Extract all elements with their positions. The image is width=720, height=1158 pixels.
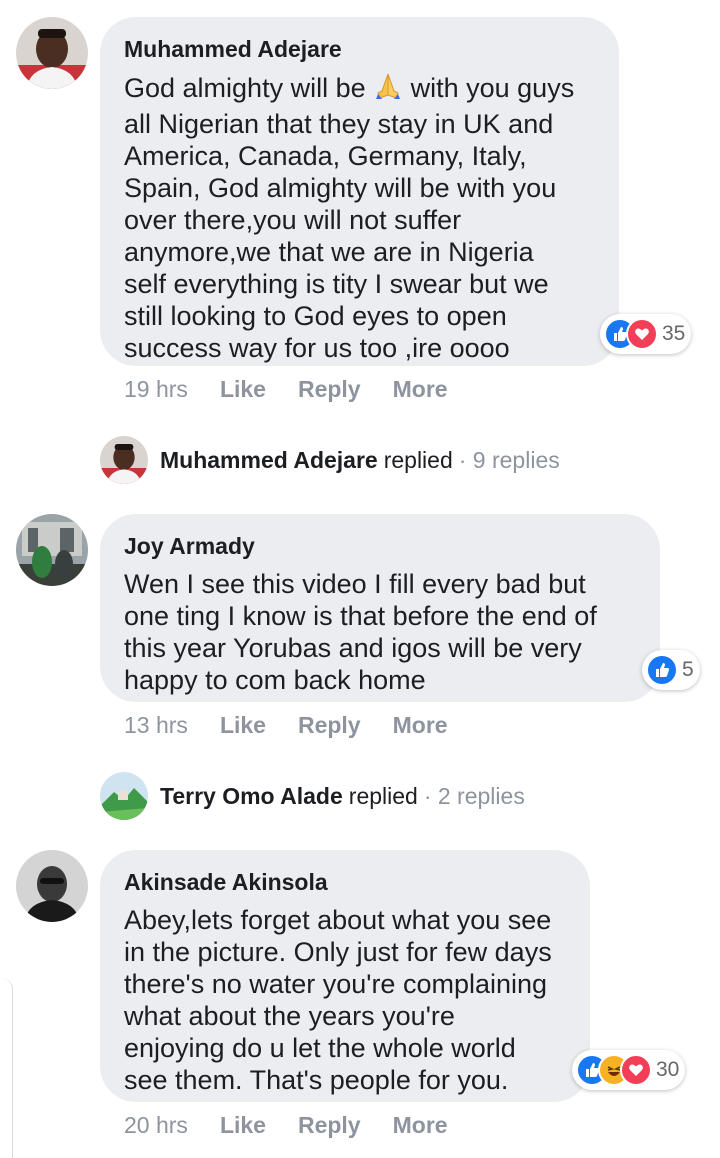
reaction-summary[interactable]: 30 [572, 1050, 686, 1090]
avatar [100, 772, 148, 820]
reply-button[interactable]: Reply [298, 1112, 361, 1139]
reply-button[interactable]: Reply [298, 712, 361, 739]
like-button[interactable]: Like [220, 712, 266, 739]
reaction-count: 5 [682, 658, 694, 681]
like-reaction-icon [646, 654, 678, 686]
avatar[interactable] [16, 514, 88, 586]
comment-timestamp[interactable]: 13 hrs [124, 712, 188, 739]
comment-author[interactable]: Joy Armady [124, 532, 636, 560]
reply-author: Muhammed Adejare [160, 446, 378, 473]
avatar[interactable] [16, 17, 88, 89]
reaction-count: 30 [656, 1058, 680, 1081]
comment-actions: 13 hrs Like Reply More [124, 712, 480, 739]
comment-bubble[interactable]: Joy Armady Wen I see this video I fill e… [100, 514, 660, 702]
overlay-edge [0, 978, 13, 1158]
like-button[interactable]: Like [220, 376, 266, 403]
avatar[interactable] [16, 850, 88, 922]
view-replies-link[interactable]: Terry Omo Alade replied · 2 replies [100, 772, 525, 820]
replied-label: replied [383, 446, 453, 473]
like-button[interactable]: Like [220, 1112, 266, 1139]
reply-count: · 2 replies [423, 782, 525, 809]
comment-text: God almighty will be with you guys all N… [124, 71, 575, 363]
more-button[interactable]: More [393, 1112, 448, 1139]
comment-author[interactable]: Akinsade Akinsola [124, 868, 566, 896]
more-button[interactable]: More [393, 712, 448, 739]
reaction-summary[interactable]: 5 [642, 650, 700, 690]
avatar [100, 436, 148, 484]
folded-hands-emoji-icon [373, 71, 403, 108]
reaction-count: 35 [662, 322, 686, 345]
comment-author[interactable]: Muhammed Adejare [124, 35, 595, 63]
reply-author: Terry Omo Alade [160, 782, 343, 809]
comment-timestamp[interactable]: 20 hrs [124, 1112, 188, 1139]
comment-actions: 19 hrs Like Reply More [124, 376, 480, 403]
comment-bubble[interactable]: Akinsade Akinsola Abey,lets forget about… [100, 850, 590, 1102]
comment-text: Abey,lets forget about what you see in t… [124, 905, 552, 1095]
replied-label: replied [348, 782, 418, 809]
reply-count: · 9 replies [458, 446, 560, 473]
love-reaction-icon [626, 318, 658, 350]
comment-timestamp[interactable]: 19 hrs [124, 376, 188, 403]
reply-button[interactable]: Reply [298, 376, 361, 403]
love-reaction-icon [620, 1054, 652, 1086]
more-button[interactable]: More [393, 376, 448, 403]
view-replies-link[interactable]: Muhammed Adejare replied · 9 replies [100, 436, 560, 484]
comment-actions: 20 hrs Like Reply More [124, 1112, 480, 1139]
comment-text: Wen I see this video I fill every bad bu… [124, 569, 597, 695]
comment-bubble[interactable]: Muhammed Adejare God almighty will be wi… [100, 17, 619, 366]
reaction-summary[interactable]: 35 [600, 314, 692, 354]
